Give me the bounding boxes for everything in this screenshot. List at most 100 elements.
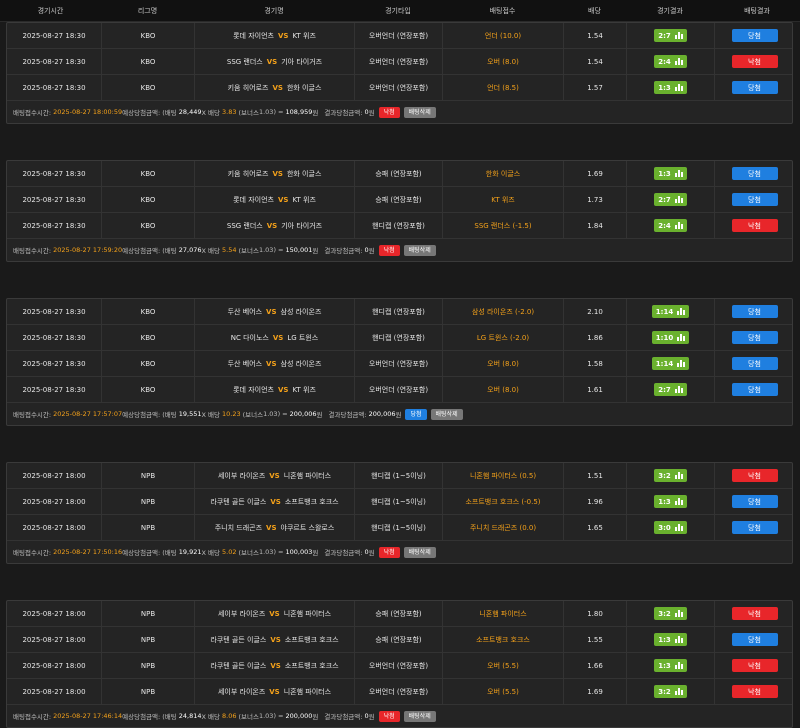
bet-pick: 오버 (8.0) [487, 57, 519, 66]
score-badge[interactable]: 1:3 [654, 167, 687, 180]
league-name: NPB [102, 678, 195, 705]
table-row: 2025-08-27 18:00 NPB 라쿠텐 골든 이글스 VS 소프트뱅크 호크스… [7, 652, 792, 679]
result-cell: 당첨 [715, 161, 794, 187]
bar-chart-icon[interactable] [674, 222, 683, 229]
bet-pick: 주니치 드래곤즈 (0.0) [469, 523, 537, 532]
game-name: 세이부 라이온즈 VS 니혼햄 파이터스 [195, 678, 355, 705]
score-badge[interactable]: 1:3 [654, 495, 687, 508]
result-lose-button[interactable]: 낙첨 [731, 219, 778, 232]
score-badge[interactable]: 3:2 [654, 685, 687, 698]
home-team: 주니치 드래곤즈 [214, 523, 263, 532]
table-row: 2025-08-27 18:30 KBO SSG 랜더스 VS 기아 타이거즈 핸디캡 (… [7, 212, 792, 239]
result-lose-button[interactable]: 낙첨 [731, 685, 778, 698]
game-time: 2025-08-27 18:30 [7, 324, 102, 351]
bet-pick: 오버 (8.0) [487, 359, 519, 368]
delete-bet-button[interactable]: 배팅삭제 [403, 244, 436, 256]
bet-status-badge[interactable]: 낙첨 [378, 546, 400, 558]
bet-pick: 오버 (5.5) [487, 687, 519, 696]
bar-chart-icon[interactable] [674, 58, 683, 65]
result-lose-button[interactable]: 낙첨 [731, 469, 778, 482]
result-cell: 당첨 [715, 627, 794, 653]
expected-value: 200,006 [289, 410, 317, 418]
result-win-button[interactable]: 당첨 [731, 521, 778, 534]
delete-bet-button[interactable]: 배팅삭제 [403, 546, 436, 558]
score-badge[interactable]: 2:4 [654, 55, 687, 68]
bar-chart-icon[interactable] [674, 84, 683, 91]
pick-cell: 니혼햄 파이터스 [443, 600, 564, 627]
score-badge[interactable]: 1:14 [651, 305, 690, 318]
result-cell: 당첨 [715, 23, 794, 49]
result-win-button[interactable]: 당첨 [731, 193, 778, 206]
score-value: 2:7 [658, 31, 671, 40]
score-badge[interactable]: 1:14 [651, 357, 690, 370]
result-cell: 당첨 [715, 489, 794, 515]
vs-label: VS [277, 385, 289, 394]
score-badge[interactable]: 3:0 [654, 521, 687, 534]
bar-chart-icon[interactable] [674, 610, 683, 617]
score-badge[interactable]: 2:7 [654, 29, 687, 42]
away-team: 기아 타이거즈 [281, 221, 323, 230]
bar-chart-icon[interactable] [674, 636, 683, 643]
bar-chart-icon[interactable] [674, 472, 683, 479]
score-badge[interactable]: 1:10 [651, 331, 690, 344]
bet-status-badge[interactable]: 낙첨 [378, 710, 400, 722]
bet-status-badge[interactable]: 낙첨 [378, 106, 400, 118]
vs-label: VS [269, 687, 280, 696]
game-name: 두산 베어스 VS 삼성 라이온즈 [195, 298, 355, 325]
score-badge[interactable]: 2:7 [654, 383, 687, 396]
bar-chart-icon[interactable] [674, 498, 683, 505]
odds-value: 1.84 [564, 212, 627, 239]
bonus-value: 1.03 [258, 712, 274, 720]
score-badge[interactable]: 3:2 [654, 607, 687, 620]
result-lose-button[interactable]: 낙첨 [731, 659, 778, 672]
final-label: 결과당첨금액: [328, 411, 367, 419]
home-team: 세이부 라이온즈 [217, 687, 266, 696]
score-badge[interactable]: 1:3 [654, 659, 687, 672]
delete-bet-button[interactable]: 배팅삭제 [403, 106, 436, 118]
bet-status-badge[interactable]: 당첨 [405, 408, 427, 420]
bar-chart-icon[interactable] [674, 196, 683, 203]
result-win-button[interactable]: 당첨 [731, 357, 778, 370]
result-win-button[interactable]: 당첨 [731, 305, 778, 318]
result-win-button[interactable]: 당첨 [731, 167, 778, 180]
home-team: 라쿠텐 골든 이글스 [210, 635, 267, 644]
result-win-button[interactable]: 당첨 [731, 633, 778, 646]
result-win-button[interactable]: 당첨 [731, 383, 778, 396]
bar-chart-icon[interactable] [674, 662, 683, 669]
delete-bet-button[interactable]: 배팅삭제 [403, 710, 436, 722]
bet-status-badge[interactable]: 낙첨 [378, 244, 400, 256]
bet-summary: 배팅접수시간: 2025-08-27 18:00:59 예상당첨금액: (배팅 28,… [7, 101, 792, 123]
result-win-button[interactable]: 당첨 [731, 331, 778, 344]
table-row: 2025-08-27 18:00 NPB 세이부 라이온즈 VS 니혼햄 파이터스 핸디캡… [7, 462, 792, 489]
score-cell: 2:7 [627, 376, 715, 403]
bar-chart-icon[interactable] [677, 334, 686, 341]
score-badge[interactable]: 2:7 [654, 193, 687, 206]
odds-value: 1.61 [564, 376, 627, 403]
table-row: 2025-08-27 18:30 KBO SSG 랜더스 VS 기아 타이거즈 오버언더 … [7, 48, 792, 75]
delete-bet-button[interactable]: 배팅삭제 [430, 408, 463, 420]
bar-chart-icon[interactable] [674, 524, 683, 531]
bar-chart-icon[interactable] [674, 170, 683, 177]
bar-chart-icon[interactable] [677, 308, 686, 315]
score-badge[interactable]: 3:2 [654, 469, 687, 482]
result-win-button[interactable]: 당첨 [731, 495, 778, 508]
result-win-button[interactable]: 당첨 [731, 81, 778, 94]
table-row: 2025-08-27 18:00 NPB 주니치 드래곤즈 VS 야쿠르트 스왈로스 핸디… [7, 514, 792, 541]
score-badge[interactable]: 1:3 [654, 633, 687, 646]
result-win-button[interactable]: 당첨 [731, 29, 778, 42]
result-lose-button[interactable]: 낙첨 [731, 607, 778, 620]
bet-pick: LG 트윈스 (-2.0) [476, 333, 530, 342]
game-type: 핸디캡 (1~5이닝) [355, 514, 443, 541]
bar-chart-icon[interactable] [674, 688, 683, 695]
score-badge[interactable]: 2:4 [654, 219, 687, 232]
bar-chart-icon[interactable] [674, 386, 683, 393]
away-team: 니혼햄 파이터스 [283, 471, 332, 480]
bar-chart-icon[interactable] [674, 32, 683, 39]
bet-pick: 오버 (8.0) [487, 385, 519, 394]
away-team: 삼성 라이온즈 [280, 307, 322, 316]
bar-chart-icon[interactable] [677, 360, 686, 367]
score-badge[interactable]: 1:3 [654, 81, 687, 94]
vs-label: VS [266, 57, 278, 66]
result-lose-button[interactable]: 낙첨 [731, 55, 778, 68]
game-name: 키움 히어로즈 VS 한화 이글스 [195, 74, 355, 101]
